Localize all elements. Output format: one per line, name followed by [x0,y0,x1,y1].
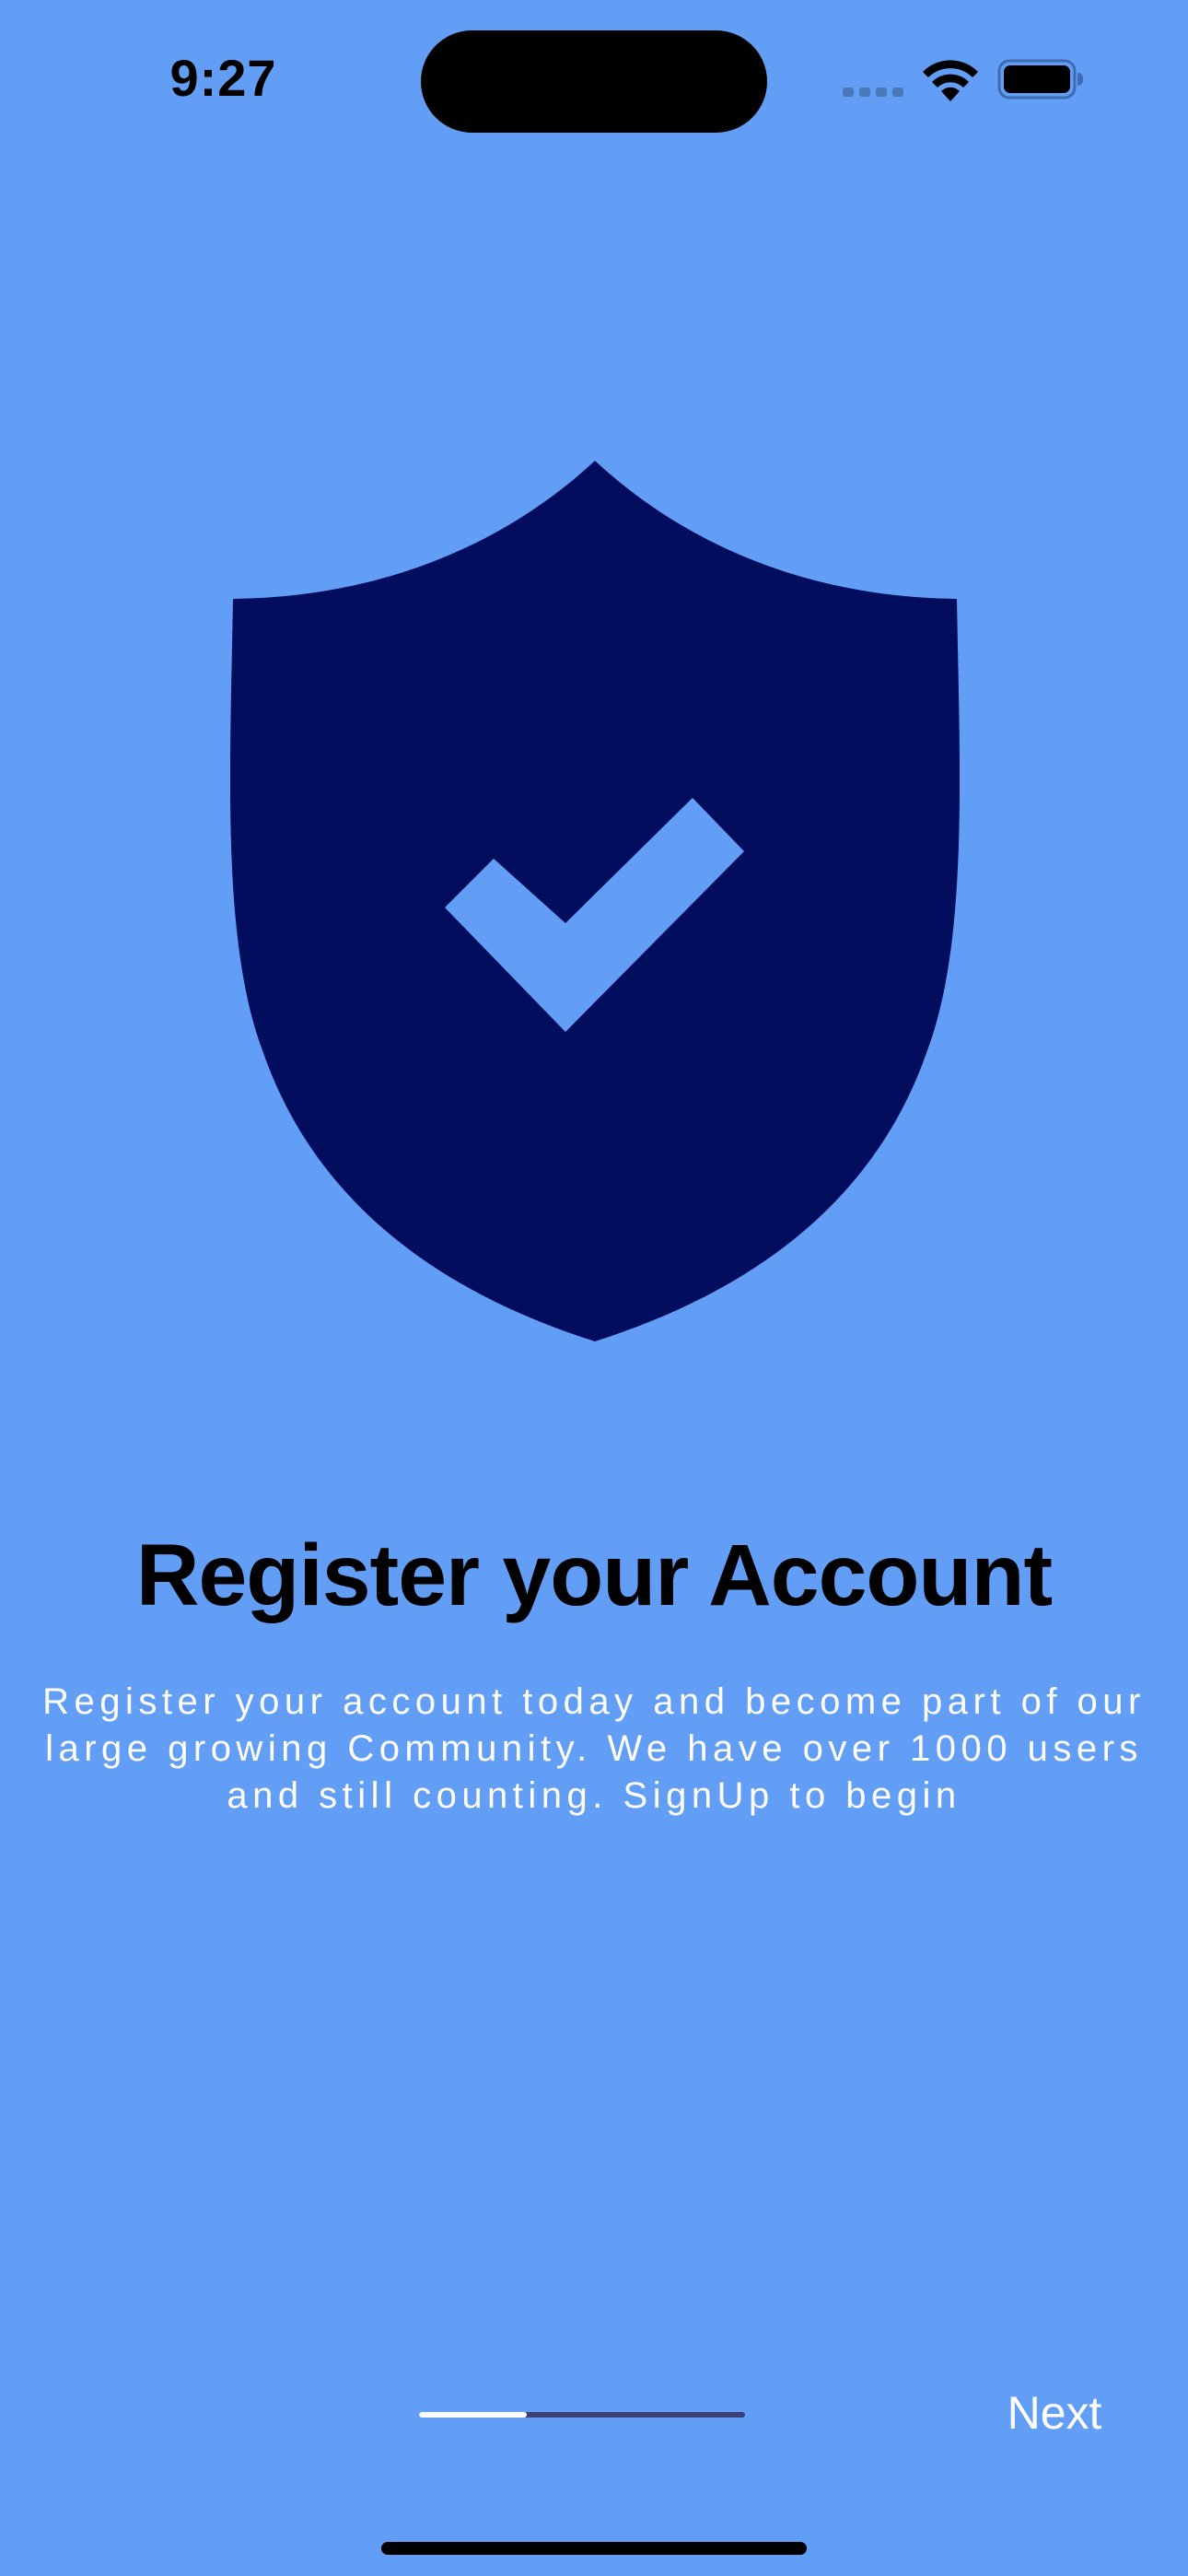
shield-check-icon [230,461,960,1341]
onboarding-screen: 9:27 Register your Account Register your… [0,0,1188,2576]
page-progress-fill [419,2412,527,2418]
wifi-icon [923,60,978,101]
page-progress-indicator [419,2412,745,2418]
cellular-signal-icon [843,88,903,97]
home-indicator[interactable] [381,2542,807,2555]
onboarding-description: Register your account today and become p… [42,1681,1146,1816]
onboarding-title: Register your Account [135,1527,1053,1624]
battery-icon [997,59,1083,100]
dynamic-island [421,30,767,133]
status-time: 9:27 [169,49,277,107]
next-button[interactable]: Next [985,2381,1124,2445]
